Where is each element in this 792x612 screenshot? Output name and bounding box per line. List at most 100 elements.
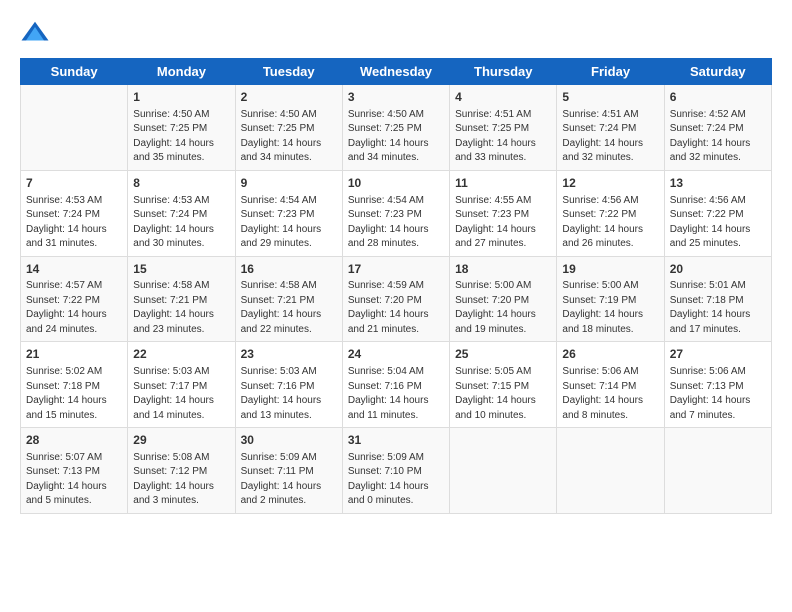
day-number: 31 [348, 432, 444, 449]
calendar-cell: 3 Sunrise: 4:50 AMSunset: 7:25 PMDaylight… [342, 85, 449, 171]
calendar-cell [450, 428, 557, 514]
cell-content: Sunrise: 4:51 AMSunset: 7:25 PMDaylight:… [455, 108, 551, 166]
cell-content: Sunrise: 5:02 AMSunset: 7:18 PMDaylight:… [26, 365, 122, 423]
cell-content: Sunrise: 4:50 AMSunset: 7:25 PMDaylight:… [348, 108, 444, 166]
header [20, 18, 772, 48]
day-number: 1 [133, 89, 229, 106]
day-number: 28 [26, 432, 122, 449]
page: SundayMondayTuesdayWednesdayThursdayFrid… [0, 0, 792, 524]
cell-content: Sunrise: 5:01 AMSunset: 7:18 PMDaylight:… [670, 279, 766, 337]
cell-content: Sunrise: 5:06 AMSunset: 7:13 PMDaylight:… [670, 365, 766, 423]
day-number: 23 [241, 346, 337, 363]
calendar-cell: 18Sunrise: 5:00 AMSunset: 7:20 PMDayligh… [450, 256, 557, 342]
calendar-cell: 10 Sunrise: 4:54 AMSunset: 7:23 PMDayligh… [342, 170, 449, 256]
day-header-sunday: Sunday [21, 59, 128, 85]
calendar-cell: 16Sunrise: 4:58 AMSunset: 7:21 PMDayligh… [235, 256, 342, 342]
cell-content: Sunrise: 5:00 AMSunset: 7:19 PMDaylight:… [562, 279, 658, 337]
calendar-cell: 30Sunrise: 5:09 AMSunset: 7:11 PMDayligh… [235, 428, 342, 514]
calendar-cell: 6Sunrise: 4:52 AMSunset: 7:24 PMDaylight… [664, 85, 771, 171]
cell-content: Sunrise: 4:54 AMSunset: 7:23 PMDaylight:… [348, 194, 444, 252]
cell-content: Sunrise: 4:56 AMSunset: 7:22 PMDaylight:… [562, 194, 658, 252]
cell-content: Sunrise: 4:53 AMSunset: 7:24 PMDaylight:… [26, 194, 122, 252]
calendar-cell: 20Sunrise: 5:01 AMSunset: 7:18 PMDayligh… [664, 256, 771, 342]
calendar-cell [557, 428, 664, 514]
calendar-cell [21, 85, 128, 171]
day-number: 11 [455, 175, 551, 192]
calendar-cell: 7 Sunrise: 4:53 AMSunset: 7:24 PMDaylight… [21, 170, 128, 256]
day-number: 20 [670, 261, 766, 278]
calendar-cell: 12 Sunrise: 4:56 AMSunset: 7:22 PMDayligh… [557, 170, 664, 256]
calendar-cell: 23 Sunrise: 5:03 AMSunset: 7:16 PMDayligh… [235, 342, 342, 428]
calendar-cell: 25Sunrise: 5:05 AMSunset: 7:15 PMDayligh… [450, 342, 557, 428]
day-number: 15 [133, 261, 229, 278]
calendar-cell: 27 Sunrise: 5:06 AMSunset: 7:13 PMDayligh… [664, 342, 771, 428]
day-number: 27 [670, 346, 766, 363]
day-number: 18 [455, 261, 551, 278]
calendar-week-3: 14Sunrise: 4:57 AMSunset: 7:22 PMDayligh… [21, 256, 772, 342]
day-number: 30 [241, 432, 337, 449]
cell-content: Sunrise: 4:50 AMSunset: 7:25 PMDaylight:… [241, 108, 337, 166]
calendar-cell: 5 Sunrise: 4:51 AMSunset: 7:24 PMDaylight… [557, 85, 664, 171]
cell-content: Sunrise: 4:59 AMSunset: 7:20 PMDaylight:… [348, 279, 444, 337]
day-header-wednesday: Wednesday [342, 59, 449, 85]
day-number: 12 [562, 175, 658, 192]
day-number: 10 [348, 175, 444, 192]
calendar-week-5: 28 Sunrise: 5:07 AMSunset: 7:13 PMDayligh… [21, 428, 772, 514]
cell-content: Sunrise: 4:52 AMSunset: 7:24 PMDaylight:… [670, 108, 766, 166]
calendar-cell: 29 Sunrise: 5:08 AMSunset: 7:12 PMDayligh… [128, 428, 235, 514]
logo-icon [20, 18, 50, 48]
day-number: 13 [670, 175, 766, 192]
cell-content: Sunrise: 4:56 AMSunset: 7:22 PMDaylight:… [670, 194, 766, 252]
day-number: 21 [26, 346, 122, 363]
cell-content: Sunrise: 5:03 AMSunset: 7:16 PMDaylight:… [241, 365, 337, 423]
calendar-cell [664, 428, 771, 514]
logo [20, 18, 54, 48]
calendar-cell: 17Sunrise: 4:59 AMSunset: 7:20 PMDayligh… [342, 256, 449, 342]
day-number: 16 [241, 261, 337, 278]
cell-content: Sunrise: 5:09 AMSunset: 7:10 PMDaylight:… [348, 451, 444, 509]
calendar-week-2: 7 Sunrise: 4:53 AMSunset: 7:24 PMDaylight… [21, 170, 772, 256]
cell-content: Sunrise: 4:54 AMSunset: 7:23 PMDaylight:… [241, 194, 337, 252]
day-number: 7 [26, 175, 122, 192]
day-number: 25 [455, 346, 551, 363]
day-number: 17 [348, 261, 444, 278]
day-number: 5 [562, 89, 658, 106]
day-header-tuesday: Tuesday [235, 59, 342, 85]
calendar-week-1: 1 Sunrise: 4:50 AMSunset: 7:25 PMDaylight… [21, 85, 772, 171]
calendar-cell: 1 Sunrise: 4:50 AMSunset: 7:25 PMDaylight… [128, 85, 235, 171]
day-number: 8 [133, 175, 229, 192]
cell-content: Sunrise: 4:58 AMSunset: 7:21 PMDaylight:… [241, 279, 337, 337]
cell-content: Sunrise: 5:00 AMSunset: 7:20 PMDaylight:… [455, 279, 551, 337]
calendar-cell: 21 Sunrise: 5:02 AMSunset: 7:18 PMDayligh… [21, 342, 128, 428]
cell-content: Sunrise: 4:51 AMSunset: 7:24 PMDaylight:… [562, 108, 658, 166]
day-header-saturday: Saturday [664, 59, 771, 85]
day-number: 4 [455, 89, 551, 106]
day-number: 24 [348, 346, 444, 363]
calendar-cell: 4 Sunrise: 4:51 AMSunset: 7:25 PMDaylight… [450, 85, 557, 171]
cell-content: Sunrise: 5:08 AMSunset: 7:12 PMDaylight:… [133, 451, 229, 509]
day-number: 14 [26, 261, 122, 278]
day-number: 22 [133, 346, 229, 363]
calendar-cell: 19Sunrise: 5:00 AMSunset: 7:19 PMDayligh… [557, 256, 664, 342]
calendar-cell: 14Sunrise: 4:57 AMSunset: 7:22 PMDayligh… [21, 256, 128, 342]
cell-content: Sunrise: 5:03 AMSunset: 7:17 PMDaylight:… [133, 365, 229, 423]
day-number: 3 [348, 89, 444, 106]
calendar-cell: 15Sunrise: 4:58 AMSunset: 7:21 PMDayligh… [128, 256, 235, 342]
cell-content: Sunrise: 5:04 AMSunset: 7:16 PMDaylight:… [348, 365, 444, 423]
calendar-cell: 22 Sunrise: 5:03 AMSunset: 7:17 PMDayligh… [128, 342, 235, 428]
calendar-cell: 2Sunrise: 4:50 AMSunset: 7:25 PMDaylight… [235, 85, 342, 171]
cell-content: Sunrise: 4:53 AMSunset: 7:24 PMDaylight:… [133, 194, 229, 252]
cell-content: Sunrise: 5:07 AMSunset: 7:13 PMDaylight:… [26, 451, 122, 509]
calendar-cell: 28 Sunrise: 5:07 AMSunset: 7:13 PMDayligh… [21, 428, 128, 514]
calendar-cell: 26Sunrise: 5:06 AMSunset: 7:14 PMDayligh… [557, 342, 664, 428]
day-header-monday: Monday [128, 59, 235, 85]
calendar-header-row: SundayMondayTuesdayWednesdayThursdayFrid… [21, 59, 772, 85]
calendar-table: SundayMondayTuesdayWednesdayThursdayFrid… [20, 58, 772, 514]
day-number: 29 [133, 432, 229, 449]
cell-content: Sunrise: 4:55 AMSunset: 7:23 PMDaylight:… [455, 194, 551, 252]
cell-content: Sunrise: 4:50 AMSunset: 7:25 PMDaylight:… [133, 108, 229, 166]
day-number: 9 [241, 175, 337, 192]
day-number: 19 [562, 261, 658, 278]
calendar-week-4: 21 Sunrise: 5:02 AMSunset: 7:18 PMDayligh… [21, 342, 772, 428]
calendar-cell: 11 Sunrise: 4:55 AMSunset: 7:23 PMDayligh… [450, 170, 557, 256]
